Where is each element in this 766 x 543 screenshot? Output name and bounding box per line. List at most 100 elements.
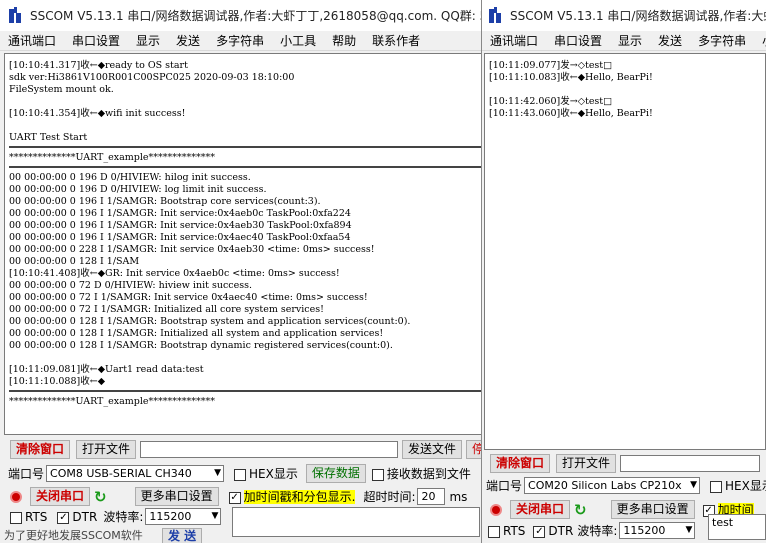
chevron-down-icon: ▼ — [690, 480, 698, 490]
terminal-line: 00 00:00:00 0 128 I 1/SAMGR: Bootstrap d… — [9, 340, 393, 351]
baud-select[interactable]: 115200 ▼ — [619, 522, 696, 539]
timeout-input[interactable]: 20 — [417, 488, 446, 505]
terminal-line: [10:11:10.083]收←◆Hello, BearPi! — [489, 72, 653, 83]
clear-window-button[interactable]: 清除窗口 — [10, 440, 71, 459]
sscom-app-icon — [8, 6, 24, 25]
record-icon — [10, 490, 22, 503]
stop-button[interactable]: 停止 — [466, 440, 481, 459]
terminal-line: 00 00:00:00 0 72 I 1/SAMGR: Initialized … — [9, 304, 324, 315]
refresh-icon[interactable]: ↻ — [94, 488, 107, 506]
close-port-button[interactable]: 关闭串口 — [30, 487, 91, 506]
menu-item[interactable]: 帮助 — [324, 32, 364, 49]
timeout-unit: ms — [449, 489, 468, 504]
chevron-down-icon: ▼ — [211, 511, 219, 521]
port-select-value: COM8 USB-SERIAL CH340 — [50, 467, 192, 480]
terminal-line: 00 00:00:00 0 196 I 1/SAMGR: Init servic… — [9, 208, 351, 219]
separator-line — [9, 144, 481, 148]
menu-item[interactable]: 串口设置 — [64, 32, 128, 49]
port-select[interactable]: COM20 Silicon Labs CP210x ▼ — [524, 477, 701, 494]
dtr-checkbox[interactable]: ✓ DTR — [533, 524, 573, 538]
menu-item[interactable]: 显示 — [128, 32, 168, 49]
window-title: SSCOM V5.13.1 串口/网络数据调试器,作者:大虾 — [510, 9, 766, 23]
receive-terminal[interactable]: [10:10:41.317]收←◆ready to OS start sdk ve… — [4, 53, 481, 435]
recv-to-file-checkbox[interactable]: 接收数据到文件 — [371, 465, 471, 482]
baud-label: 波特率: — [103, 510, 144, 524]
menu-item[interactable]: 多字符串 — [208, 32, 272, 49]
title-bar[interactable]: SSCOM V5.13.1 串口/网络数据调试器,作者:大虾 — [482, 0, 766, 31]
timeout-label: 超时时间: — [363, 490, 416, 504]
send-text-area[interactable] — [232, 507, 480, 537]
refresh-icon[interactable]: ↻ — [574, 501, 587, 519]
terminal-line: 00 00:00:00 0 196 I 1/SAMGR: Init servic… — [9, 220, 352, 231]
file-path-field[interactable] — [620, 455, 761, 472]
chevron-down-icon: ▼ — [214, 468, 222, 478]
rts-checkbox[interactable]: RTS — [488, 524, 525, 538]
terminal-line: UART Test Start — [9, 132, 88, 143]
port-select[interactable]: COM8 USB-SERIAL CH340 ▼ — [46, 465, 225, 482]
baud-select-value: 115200 — [623, 524, 666, 537]
hex-display-checkbox[interactable]: HEX显示 — [234, 465, 298, 482]
send-button[interactable]: 发 送 — [162, 528, 203, 543]
terminal-line: 00 00:00:00 0 196 I 1/SAMGR: Bootstrap c… — [9, 196, 321, 207]
menu-bar: 通讯端口 串口设置 显示 发送 多字符串 小工具 帮助 联系作者 — [0, 31, 481, 51]
menu-item[interactable]: 小工具 — [754, 32, 766, 49]
port-label: 端口号 — [486, 479, 523, 493]
open-file-button[interactable]: 打开文件 — [556, 454, 617, 473]
menu-item[interactable]: 小工具 — [272, 32, 324, 49]
terminal-line: 00 00:00:00 0 72 D 0/HIVIEW: hiview init… — [9, 280, 252, 291]
terminal-line: 00 00:00:00 0 196 D 0/HIVIEW: log limit … — [9, 184, 267, 195]
title-bar[interactable]: SSCOM V5.13.1 串口/网络数据调试器,作者:大虾丁丁,2618058… — [0, 0, 481, 31]
terminal-line: [10:11:42.060]发→◇test□ — [489, 96, 613, 107]
terminal-line: sdk ver:Hi3861V100R001C00SPC025 2020-09-… — [9, 72, 295, 83]
terminal-line: FileSystem mount ok. — [9, 84, 114, 95]
more-serial-settings-button[interactable]: 更多串口设置 — [610, 500, 695, 519]
status-bar: 为了更好地发展SSCOM软件 — [0, 527, 160, 543]
clear-window-button[interactable]: 清除窗口 — [490, 454, 551, 473]
menu-item[interactable]: 显示 — [610, 32, 650, 49]
baud-select-value: 115200 — [149, 510, 192, 523]
terminal-line: [10:10:41.354]收←◆wifi init success! — [9, 108, 186, 119]
record-icon — [490, 503, 502, 516]
port-select-value: COM20 Silicon Labs CP210x — [528, 479, 682, 492]
terminal-line: 00 00:00:00 0 128 I 1/SAM — [9, 256, 140, 267]
timestamp-checkbox[interactable]: ✓ 加时间戳和分包显示. — [228, 488, 356, 505]
terminal-line: [10:10:41.408]收←◆GR: Init service 0x4aeb… — [9, 268, 340, 279]
menu-item[interactable]: 通讯端口 — [0, 32, 64, 49]
menu-item[interactable]: 串口设置 — [546, 32, 610, 49]
sscom-window-right: SSCOM V5.13.1 串口/网络数据调试器,作者:大虾 通讯端口 串口设置显… — [482, 0, 766, 543]
baud-select[interactable]: 115200 ▼ — [145, 508, 222, 525]
terminal-line: **************UART_example************** — [9, 152, 216, 163]
file-path-field[interactable] — [140, 441, 399, 458]
send-file-button[interactable]: 发送文件 — [402, 440, 463, 459]
terminal-line: [10:11:10.088]收←◆ — [9, 376, 105, 387]
menu-item[interactable]: 多字符串 — [690, 32, 754, 49]
rts-checkbox[interactable]: RTS — [10, 510, 47, 524]
send-text-area[interactable]: test — [708, 514, 766, 540]
save-data-button[interactable]: 保存数据 — [305, 464, 366, 483]
open-file-button[interactable]: 打开文件 — [76, 440, 137, 459]
menu-item[interactable]: 发送 — [650, 32, 690, 49]
hex-display-checkbox[interactable]: HEX显示 — [710, 477, 766, 494]
terminal-line: [10:11:43.060]收←◆Hello, BearPi! — [489, 108, 653, 119]
terminal-line: 00 00:00:00 0 196 I 1/SAMGR: Init servic… — [9, 232, 351, 243]
close-port-button[interactable]: 关闭串口 — [510, 500, 571, 519]
terminal-line: 00 00:00:00 0 196 D 0/HIVIEW: hilog init… — [9, 172, 251, 183]
menu-item[interactable]: 通讯端口 — [482, 32, 546, 49]
sscom-window-left: SSCOM V5.13.1 串口/网络数据调试器,作者:大虾丁丁,2618058… — [0, 0, 482, 543]
terminal-line: 00 00:00:00 0 128 I 1/SAMGR: Initialized… — [9, 328, 384, 339]
port-label: 端口号 — [8, 467, 45, 481]
terminal-line: [10:11:09.081]收←◆Uart1 read data:test — [9, 364, 204, 375]
terminal-line: [10:10:41.317]收←◆ready to OS start — [9, 60, 188, 71]
baud-label: 波特率: — [577, 524, 618, 538]
receive-terminal[interactable]: [10:11:09.077]发→◇test□ [10:11:10.083]收←◆H… — [484, 53, 766, 450]
chevron-down-icon: ▼ — [685, 525, 693, 535]
more-serial-settings-button[interactable]: 更多串口设置 — [134, 487, 219, 506]
dtr-checkbox[interactable]: ✓ DTR — [57, 510, 97, 524]
separator-line — [9, 164, 481, 168]
menu-bar: 通讯端口串口设置显示发送多字符串小工具 — [482, 31, 766, 51]
menu-item[interactable]: 发送 — [168, 32, 208, 49]
menu-item[interactable]: 联系作者 — [364, 32, 428, 49]
